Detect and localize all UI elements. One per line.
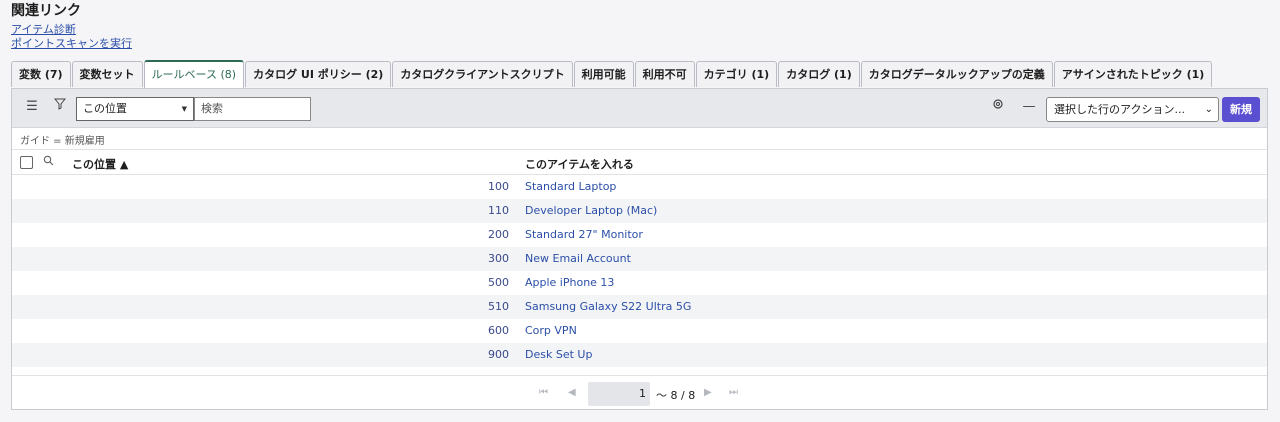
tab-8[interactable]: カタログ (1): [778, 61, 860, 87]
row-order-link[interactable]: 510: [488, 295, 509, 319]
row-item-link[interactable]: Samsung Galaxy S22 Ultra 5G: [525, 295, 691, 319]
row-order-link[interactable]: 900: [488, 343, 509, 367]
collapse-icon[interactable]: —: [1020, 98, 1038, 116]
row-item-link[interactable]: Corp VPN: [525, 319, 577, 343]
search-field-select[interactable]: この位置 ▼: [76, 97, 194, 121]
table-row: 500 Apple iPhone 13: [12, 271, 1267, 295]
page-range-text: 〜 8 / 8: [656, 389, 696, 402]
row-order-link[interactable]: 110: [488, 199, 509, 223]
row-item-link[interactable]: Apple iPhone 13: [525, 271, 614, 295]
column-header-order[interactable]: この位置 ▲: [72, 156, 128, 172]
row-item-link[interactable]: Desk Set Up: [525, 343, 592, 367]
tab-9[interactable]: カタログデータルックアップの定義: [860, 61, 1053, 87]
next-page-icon[interactable]: ▶: [704, 387, 712, 398]
tab-2[interactable]: ルールベース (8): [143, 60, 245, 88]
page-title: 関連リンク: [11, 3, 81, 19]
previous-page-icon[interactable]: ◀: [568, 387, 576, 398]
tab-0[interactable]: 変数 (7): [11, 61, 71, 87]
pagination: ⏮ ◀ 1 〜 8 / 8 ▶ ⏭: [12, 375, 1267, 410]
search-input[interactable]: 検索: [194, 97, 311, 121]
first-page-icon[interactable]: ⏮: [539, 387, 548, 398]
tab-5[interactable]: 利用可能: [573, 61, 634, 87]
related-list-panel: ☰ この位置 ▼ 検索 — 選択した行のアクション... ⌄ 新規 ガイド = …: [11, 88, 1268, 410]
row-order-link[interactable]: 300: [488, 247, 509, 271]
row-order-link[interactable]: 100: [488, 175, 509, 199]
select-all-checkbox[interactable]: [20, 156, 33, 169]
row-item-link[interactable]: Standard Laptop: [525, 175, 616, 199]
row-item-link[interactable]: Developer Laptop (Mac): [525, 199, 657, 223]
table-row: 100 Standard Laptop: [12, 175, 1267, 199]
filter-icon[interactable]: [51, 98, 69, 116]
page-number-input[interactable]: 1: [588, 382, 650, 406]
tab-4[interactable]: カタログクライアントスクリプト: [392, 61, 573, 87]
table-row: 510 Samsung Galaxy S22 Ultra 5G: [12, 295, 1267, 319]
row-actions-select[interactable]: 選択した行のアクション... ⌄: [1046, 97, 1219, 122]
row-order-link[interactable]: 500: [488, 271, 509, 295]
related-list-tabs: 変数 (7) 変数セット ルールベース (8) カタログ UI ポリシー (2) カタロ…: [11, 60, 1213, 88]
tab-3[interactable]: カタログ UI ポリシー (2): [245, 61, 392, 87]
search-field-select-value: この位置: [83, 102, 127, 115]
new-button[interactable]: 新規: [1222, 97, 1260, 122]
table-row: 110 Developer Laptop (Mac): [12, 199, 1267, 223]
list-toolbar: ☰ この位置 ▼ 検索 — 選択した行のアクション... ⌄ 新規: [12, 89, 1267, 128]
table-row: 600 Corp VPN: [12, 319, 1267, 343]
gear-icon[interactable]: [989, 98, 1007, 116]
hamburger-menu-icon[interactable]: ☰: [23, 98, 41, 116]
magnifier-svg: [43, 155, 54, 166]
gear-svg: [993, 99, 1003, 109]
row-order-link[interactable]: 600: [488, 319, 509, 343]
tab-7[interactable]: カテゴリ (1): [695, 61, 778, 87]
row-item-link[interactable]: Standard 27" Monitor: [525, 223, 643, 247]
chevron-down-icon: ⌄: [1204, 104, 1213, 115]
run-point-scan-link[interactable]: ポイントスキャンを実行: [11, 35, 132, 51]
table-row: 900 Desk Set Up: [12, 343, 1267, 367]
table-row: 200 Standard 27" Monitor: [12, 223, 1267, 247]
breadcrumb[interactable]: ガイド = 新規雇用: [20, 132, 105, 147]
tab-6[interactable]: 利用不可: [634, 61, 695, 87]
column-search-icon[interactable]: [43, 155, 54, 169]
row-actions-select-value: 選択した行のアクション...: [1054, 103, 1185, 116]
tab-1[interactable]: 変数セット: [71, 61, 143, 87]
column-header-item[interactable]: このアイテムを入れる: [525, 156, 634, 172]
row-item-link[interactable]: New Email Account: [525, 247, 631, 271]
table-body: 100 Standard Laptop 110 Developer Laptop (M…: [12, 175, 1267, 367]
caret-down-icon: ▼: [181, 105, 187, 113]
table-row: 300 New Email Account: [12, 247, 1267, 271]
row-order-link[interactable]: 200: [488, 223, 509, 247]
last-page-icon[interactable]: ⏭: [729, 387, 738, 398]
tab-10[interactable]: アサインされたトピック (1): [1053, 61, 1213, 87]
column-header-row: この位置 ▲ このアイテムを入れる: [12, 149, 1267, 175]
filter-funnel-svg: [53, 98, 67, 110]
